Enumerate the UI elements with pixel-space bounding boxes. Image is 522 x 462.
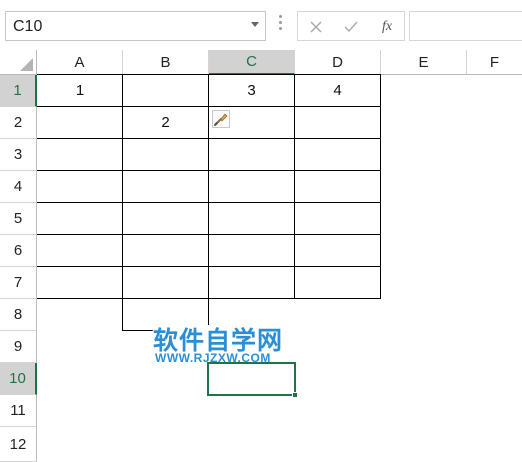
table-border — [37, 234, 381, 235]
cell-d1[interactable]: 4 — [295, 75, 380, 106]
column-header-d[interactable]: D — [295, 50, 381, 75]
watermark: 软件自学网 WWW.RJZXW.COM — [153, 321, 303, 371]
cancel-icon[interactable] — [306, 17, 326, 37]
column-header-b[interactable]: B — [123, 50, 209, 75]
fill-handle[interactable] — [292, 392, 298, 398]
table-border — [37, 106, 381, 107]
cell-c1[interactable]: 3 — [209, 75, 294, 106]
column-header-a[interactable]: A — [37, 50, 123, 75]
column-header-c[interactable]: C — [209, 50, 295, 75]
cell-a1[interactable]: 1 — [38, 75, 122, 106]
row-header-11[interactable]: 11 — [0, 395, 37, 427]
row-header-9[interactable]: 9 — [0, 331, 37, 363]
row-header-8[interactable]: 8 — [0, 299, 37, 331]
table-border — [37, 202, 381, 203]
row-header-10[interactable]: 10 — [0, 363, 37, 395]
insert-function-icon[interactable]: fx — [377, 17, 397, 37]
table-border — [37, 266, 381, 267]
partial-border — [122, 330, 154, 331]
row-header-3[interactable]: 3 — [0, 139, 37, 171]
column-header-e[interactable]: E — [381, 50, 467, 75]
row-header-1[interactable]: 1 — [0, 75, 37, 107]
name-box[interactable]: C10 — [5, 11, 266, 41]
row-header-7[interactable]: 7 — [0, 267, 37, 299]
row-header-12[interactable]: 12 — [0, 427, 37, 462]
table-border — [294, 75, 295, 299]
table-border — [380, 75, 381, 299]
formula-bar: C10 fx — [0, 0, 522, 51]
row-header-6[interactable]: 6 — [0, 235, 37, 267]
formula-input[interactable] — [409, 11, 522, 41]
table-border — [208, 75, 209, 299]
select-all-button[interactable] — [0, 50, 37, 75]
row-header-2[interactable]: 2 — [0, 107, 37, 139]
row-header-5[interactable]: 5 — [0, 203, 37, 235]
check-icon[interactable] — [341, 17, 361, 37]
table-border — [37, 298, 381, 299]
cell-b2[interactable]: 2 — [123, 107, 208, 138]
chevron-down-icon[interactable] — [251, 22, 259, 27]
drag-handle-icon[interactable] — [279, 15, 283, 35]
partial-border — [122, 298, 123, 331]
row-header-4[interactable]: 4 — [0, 171, 37, 203]
paintbrush-icon[interactable] — [212, 110, 230, 128]
watermark-url: WWW.RJZXW.COM — [155, 351, 271, 365]
select-all-triangle-icon — [20, 58, 33, 71]
column-header-f[interactable]: F — [467, 50, 522, 75]
table-border — [37, 138, 381, 139]
table-border — [37, 170, 381, 171]
formula-buttons: fx — [297, 11, 405, 41]
name-box-value: C10 — [13, 18, 43, 35]
